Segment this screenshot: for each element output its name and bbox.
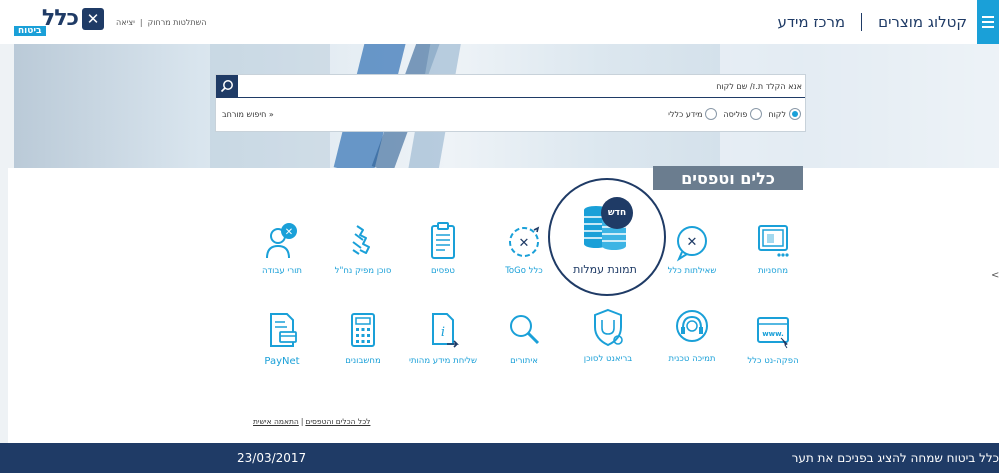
tool-locators[interactable]: איתורים [484,310,564,367]
handshake-icon [352,225,370,255]
svg-text:✕: ✕ [519,236,530,251]
clipboard-icon [431,222,455,259]
link-separator: | [300,417,304,426]
tool-label: סוכן מפיק נח"ל [334,266,392,276]
radio-unselected-icon [750,108,763,120]
ticker-text[interactable]: כלל ביטוח שמחה להציג בפניכם את תער [792,443,999,473]
tool-label: כלל ToGo [505,266,543,276]
tool-label: תמיכה טכנית [668,354,716,364]
tool-work-queues[interactable]: ✕ תורי עבודה [242,220,322,277]
tool-producing-agent[interactable]: סוכן מפיק נח"ל [323,220,403,277]
shield-stethoscope-icon [594,308,623,347]
tool-calculators[interactable]: מחשבונים [323,310,403,367]
radio-label: מידע כללי [668,109,703,119]
radio-selected-icon [789,108,801,120]
search-panel: לקוח פוליסה מידע כללי חיפוש מורחב » [215,74,806,132]
svg-text:✕: ✕ [687,235,698,250]
radio-label: לקוח [768,109,786,119]
left-edge-stripe [0,168,8,443]
tool-forms[interactable]: טפסים [403,220,483,277]
search-button[interactable] [216,75,238,97]
radio-customer[interactable]: לקוח [768,108,801,120]
magnifier-icon [510,315,540,345]
utility-links: השתלטות מרחוק | יציאה [116,0,207,44]
tool-label: תורי עבודה [261,266,303,276]
chat-bubble-icon: ✕ [676,226,707,262]
tool-label: הפקה-נט כלל [747,356,799,366]
ticker-date: 23/03/2017 [237,451,307,465]
info-send-icon: i [432,313,459,348]
tool-label: איתורים [510,356,538,366]
tool-hafaka-net[interactable]: www. הפקה-נט כלל [733,310,813,367]
svg-text:i: i [441,325,445,340]
personalization-link[interactable]: התאמה אישית [253,417,299,426]
monitor-icon [758,225,789,257]
www-icon: www. [757,317,789,349]
tool-label: מחשבונים [345,356,381,366]
search-type-radios: לקוח פוליסה מידע כללי [668,108,801,120]
person-icon: ✕ [266,223,297,259]
clal-logo-icon: ✕ [82,8,104,30]
tool-label: PayNet [264,356,300,367]
svg-text:✕: ✕ [285,227,293,238]
featured-label: תמונת עמלות [573,263,637,276]
advanced-search-link[interactable]: חיפוש מורחב » [222,110,274,119]
nav-info-center[interactable]: מרכז מידע [777,13,845,31]
tool-label: שליחת מידע מהותי [408,356,478,366]
logout-link[interactable]: יציאה [116,18,135,27]
headset-icon [676,310,708,342]
all-tools-link[interactable]: לכל הכלים והטפסים [305,417,370,426]
calculator-icon [351,313,375,347]
togo-icon: ✕ [509,226,540,257]
tool-tech-support[interactable]: תמיכה טכנית [652,308,732,365]
nav-products-catalog[interactable]: קטלוג מוצרים [878,13,967,31]
tool-label: מחסניות [757,266,789,276]
logo-subtitle: ביטוח [14,26,46,36]
top-bar: כלל ביטוח ✕ השתלטות מרחוק | יציאה קטלוג … [0,0,999,45]
remote-control-link[interactable]: השתלטות מרחוק [148,18,207,27]
tools-bottom-links: לכל הכלים והטפסים | התאמה אישית [253,417,370,426]
logo[interactable]: כלל ביטוח ✕ [0,6,120,40]
news-ticker: 23/03/2017 כלל ביטוח שמחה להציג בפניכם א… [0,443,999,473]
utility-separator: | [139,17,143,27]
svg-text:www.: www. [762,330,784,338]
tool-label: טפסים [431,266,455,276]
tool-send-material-info[interactable]: i שליחת מידע מהותי [403,310,483,367]
radio-general-info[interactable]: מידע כללי [668,108,718,120]
featured-commissions-tool[interactable] [548,178,666,296]
main-nav: קטלוג מוצרים מרכז מידע [777,0,967,44]
paynet-icon [270,313,297,347]
tools-section-title: כלים וטפסים [653,166,803,190]
search-icon [220,80,233,93]
chevron-left-icon[interactable]: < [991,270,999,281]
tool-health-agent[interactable]: בריאנט לסוכן [568,306,648,365]
tool-cartridges[interactable]: מחסניות [733,220,813,277]
search-row [216,75,806,98]
radio-unselected-icon [705,108,718,120]
nav-separator [861,13,863,31]
new-badge: חדש [601,197,633,229]
hamburger-menu-icon[interactable] [977,0,999,44]
radio-label: פוליסה [723,109,748,119]
hero-left-edge [0,44,14,168]
radio-policy[interactable]: פוליסה [723,108,763,120]
search-input[interactable] [238,75,806,97]
tool-label: שאילתות כלל [667,266,717,276]
tool-label: בריאנט לסוכן [583,354,633,364]
tool-paynet[interactable]: PayNet [242,310,322,367]
